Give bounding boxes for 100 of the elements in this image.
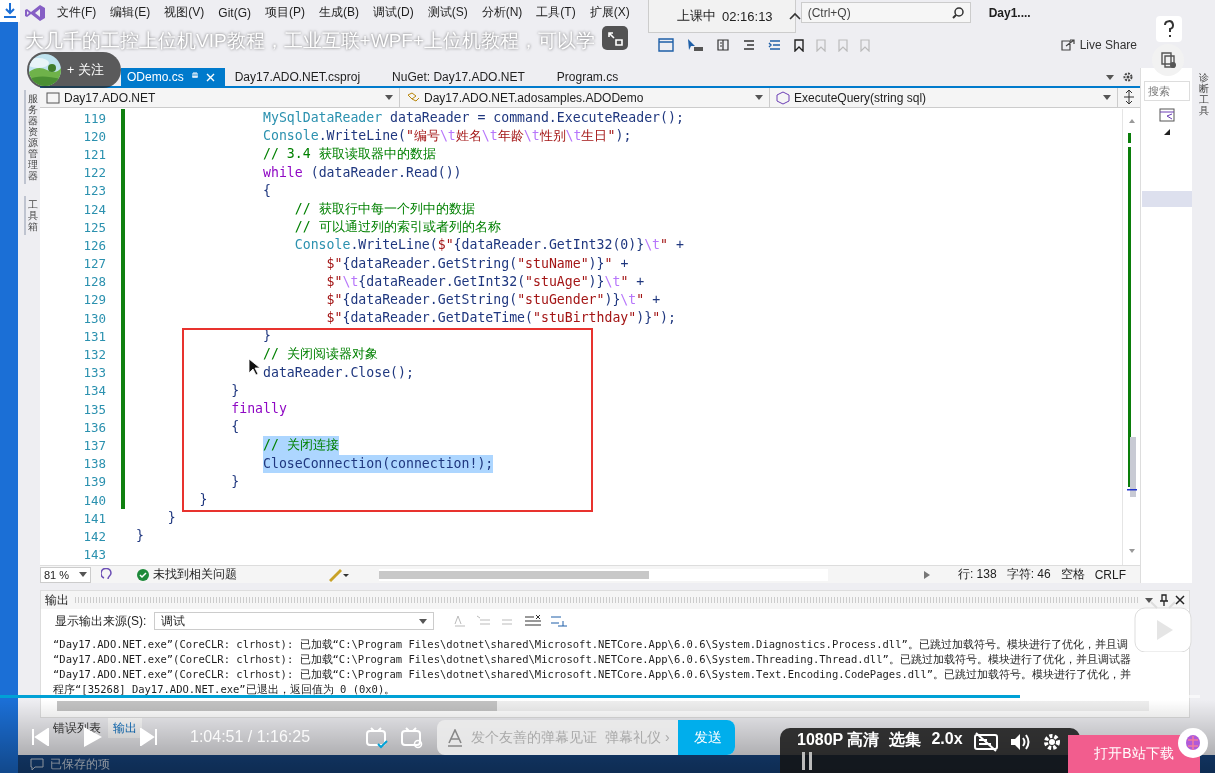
menu-item[interactable]: 文件(F) [50,4,104,21]
code-line: finally [231,400,287,418]
code-line: $"{dataReader.GetDateTime("stuBirthday")}"); [326,309,676,328]
menu-item[interactable]: 项目(P) [258,4,312,21]
columns-icon[interactable] [716,38,730,52]
column-indicator: 字符: 46 [1006,566,1051,583]
line-number: 119 [82,110,106,126]
issues-status: 未找到相关问题 [153,566,238,583]
search-icon [951,6,964,19]
line-number: 143 [82,547,106,563]
pause-icon[interactable] [802,752,812,770]
line-number: 127 [82,256,106,272]
caret-icon[interactable] [385,95,393,100]
code-line: { [263,181,271,200]
line-number: 142 [82,528,106,544]
help-icon[interactable] [1156,16,1182,42]
close-icon[interactable] [1175,595,1185,605]
code-line: // 获取行中每一个列中的数据 [294,199,475,218]
dropdown-icon[interactable] [1106,74,1114,80]
code-line: // 可以通过列的索引或者列的名称 [294,218,501,237]
pointer-icon[interactable] [686,38,704,52]
clear-all-icon[interactable] [524,614,543,628]
code-line: } [231,381,240,400]
expand-triangle-icon[interactable] [1163,129,1170,135]
line-number: 125 [82,219,106,235]
menu-item[interactable]: 生成(B) [312,4,366,21]
picture-in-picture-icon[interactable] [602,26,628,50]
output-line: “Day17.ADO.NET.exe”(CoreCLR: clrhost): 已加载“C:\Program Files\dotnet\shared\Microsoft.NETCore.App\6.0.6\System.Threading.Thread.dll”。已跳过加载符号。模块进行了优化，并且调试器 [53,652,1131,667]
mouse-cursor-icon [248,358,260,376]
document-tab[interactable]: Day17.ADO.NET.csproj [224,68,383,86]
speed-button[interactable]: 2.0x [931,730,963,748]
code-line: while (dataReader.Read()) [263,163,462,182]
horizontal-scrollbar[interactable] [57,701,1149,711]
caret-icon[interactable] [79,572,88,577]
dropdown-icon[interactable] [1145,597,1153,603]
document-tab[interactable]: Program.cs [546,68,641,86]
list-item-highlight [1141,191,1192,207]
caret-icon[interactable] [1103,95,1111,100]
line-number: 130 [82,310,106,326]
line-number: 137 [82,437,106,453]
code-line: } [167,509,176,528]
diagram-icon[interactable] [1158,107,1175,123]
code-line: // 关闭阅读器对象 [263,345,378,364]
live-share-button[interactable]: Live Share [1060,38,1137,52]
menu-item[interactable]: 扩展(X) [582,4,637,21]
output-source-dropdown[interactable]: 调试 [154,612,435,630]
document-tab[interactable]: NuGet: Day17.ADO.NET [382,68,547,86]
tool-window-tab[interactable]: 诊断工具 [1198,72,1209,116]
line-number: 136 [82,419,106,435]
bookmark-icon[interactable] [794,38,804,52]
navigation-dropdown[interactable]: ExecuteQuery(string sql) [770,88,1118,107]
episodes-button[interactable]: 选集 [889,730,922,751]
search-field[interactable]: (Ctrl+Q) [800,2,971,23]
search-field[interactable]: 搜索 [1143,81,1190,101]
menu-item[interactable]: 编辑(E) [103,4,158,21]
volume-icon[interactable] [1008,732,1031,752]
quality-button[interactable]: 1080P 高清 [797,730,880,751]
code-line: $"{dataReader.GetString("stuName")}" + [326,254,629,273]
brush-icon[interactable] [327,567,350,582]
indent-icon[interactable] [768,39,782,51]
output-line: “Day17.ADO.NET.exe”(CoreCLR: clrhost): 已加载“C:\Program Files\dotnet\shared\Microsoft.NETCore.App\6.0.6\System.Text.Encoding.CodePages.dll”。已跳过加载符号。模块进行了优化，并 [53,667,1132,682]
line-number: 138 [82,456,106,472]
caret-icon[interactable] [755,95,763,100]
chat-icon[interactable] [30,757,44,771]
status-text: 已保存的项 [50,755,110,773]
menu-item[interactable]: 工具(T) [529,4,583,21]
outdent-icon[interactable] [742,39,756,51]
menu-item[interactable]: 视图(V) [157,4,212,21]
collapse-icon[interactable] [788,12,801,20]
danmaku-on-icon[interactable] [366,727,388,749]
code-line: Console.WriteLine("编号\t姓名\t年龄\t性别\t生日"); [263,127,632,146]
download-icon[interactable] [0,0,20,22]
menu-item[interactable]: 调试(D) [366,4,421,21]
scroll-right-icon[interactable] [923,570,930,579]
line-number: 133 [82,365,106,381]
follow-button[interactable]: + 关注 [67,61,104,79]
subtitle-off-icon[interactable] [972,732,999,752]
code-line: MySqlDataReader dataReader = command.ExecuteReader(); [263,109,684,127]
caret-icon[interactable] [419,618,428,624]
output-line: 程序“[35268] Day17.ADO.NET.exe”已退出，返回值为 0 (0x0)。 [53,682,396,697]
indent-indicator: 空格 [1060,566,1085,583]
share-icon [1060,39,1075,51]
line-number: 120 [82,128,106,144]
line-number: 135 [82,401,106,417]
pin-icon[interactable] [1159,594,1169,606]
settings-icon[interactable] [1122,71,1134,83]
menu-item[interactable]: 分析(N) [474,4,530,21]
panel-title: 输出 [45,591,69,609]
window-layout-icon[interactable] [658,38,674,52]
playback-time: 1:04:51 / 1:16:25 [190,728,311,746]
visual-studio-logo-icon [24,3,46,22]
text-style-icon[interactable] [447,728,463,747]
line-number: 132 [82,347,106,363]
navigation-dropdown[interactable]: Day17.ADO.NET.adosamples.ADODemo [400,88,770,107]
horizontal-scrollbar[interactable] [379,568,828,581]
zoom-dropdown[interactable]: 81 % [40,566,92,583]
menu-item[interactable]: Git(G) [211,5,258,20]
code-line: $"\t{dataReader.GetInt32("stuAge")}\t" + [326,272,645,291]
menu-item[interactable]: 测试(S) [420,4,475,21]
line-ending-indicator: CRLF [1094,567,1126,582]
